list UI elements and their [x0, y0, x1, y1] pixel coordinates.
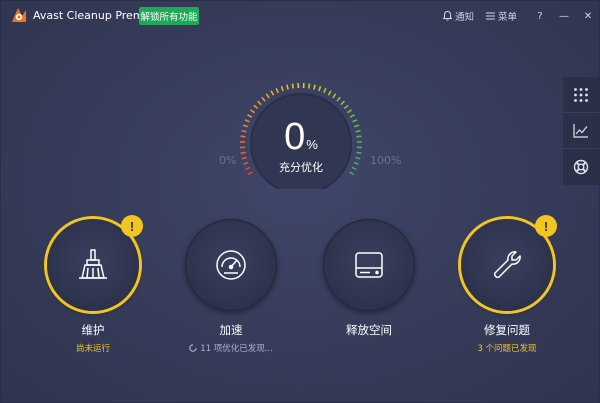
gauge-caption: 充分优化 — [279, 161, 323, 174]
spinner-icon — [189, 344, 197, 352]
tile-status-text: 11 项优化已发现... — [200, 344, 273, 354]
gauge-value-number: 0 — [284, 116, 306, 158]
gauge-tick — [313, 84, 316, 90]
menu-label: 菜单 — [497, 12, 517, 23]
gauge-tick — [332, 93, 337, 99]
wrench-icon — [493, 251, 521, 279]
gauge-min-label: 0% — [219, 154, 237, 167]
app-window: Avast Cleanup Premium 解锁所有功能 通知 菜单 ? — ✕… — [0, 0, 600, 403]
gauge-max-label: 100% — [370, 154, 402, 167]
gauge-tick — [343, 104, 349, 110]
bell-icon — [442, 11, 452, 21]
tile-title: 加速 — [219, 323, 243, 337]
tile-status: 3 个问题已发现 — [477, 344, 537, 354]
close-button[interactable]: ✕ — [583, 11, 593, 22]
unlock-all-features-button[interactable]: 解锁所有功能 — [139, 7, 199, 25]
hamburger-icon — [485, 12, 495, 20]
help-button[interactable]: ? — [535, 11, 545, 22]
menu-button[interactable]: 菜单 — [485, 9, 517, 23]
maintenance-button[interactable]: ! — [47, 215, 143, 311]
grid-icon — [574, 87, 588, 102]
title-bar[interactable]: Avast Cleanup Premium 解锁所有功能 通知 菜单 ? — ✕ — [1, 1, 600, 31]
gauge-tick — [323, 87, 327, 94]
gauge-tick — [286, 84, 289, 90]
gauge-tick — [280, 85, 284, 92]
notifications-label: 通知 — [454, 12, 474, 23]
gauge-tick — [265, 93, 270, 99]
gauge-tick — [249, 109, 256, 114]
rail-item-apps[interactable] — [563, 77, 599, 113]
gauge-tick — [261, 96, 266, 102]
tile-maintenance[interactable]: ! 维护 尚未运行 — [38, 215, 148, 354]
tile-free-space[interactable]: 释放空间 — [314, 219, 424, 342]
gauge-tick — [253, 104, 259, 110]
minimize-button[interactable]: — — [559, 11, 569, 22]
tile-status: 11 项优化已发现... — [176, 342, 286, 354]
titlebar-controls: 通知 菜单 ? — ✕ — [431, 7, 593, 25]
gauge-tick — [275, 87, 279, 94]
maintenance-warning-badge: ! — [121, 215, 143, 237]
gauge-tick — [336, 96, 341, 102]
gauge-tick — [291, 83, 294, 89]
notifications-button[interactable]: 通知 — [442, 9, 474, 23]
gauge-tick — [346, 109, 353, 114]
tile-fix-problems[interactable]: ! 修复问题 3 个问题已发现 — [452, 215, 562, 354]
gauge-value-unit: % — [306, 137, 318, 152]
gauge-value: 0% — [1, 116, 600, 159]
gauge-tick — [327, 90, 332, 96]
speedup-button[interactable] — [185, 219, 277, 311]
avast-logo-icon — [12, 8, 26, 22]
gauge-tick — [340, 100, 345, 106]
broom-icon — [79, 249, 107, 279]
gauge-tick — [318, 85, 322, 92]
fix-problems-button[interactable]: ! — [461, 215, 557, 311]
tile-status: 尚未运行 — [75, 344, 110, 354]
tile-title: 修复问题 — [484, 323, 530, 337]
fix-problems-warning-badge: ! — [535, 215, 557, 237]
gauge-tick — [257, 100, 262, 106]
tile-title: 维护 — [81, 323, 105, 337]
gauge-tick — [270, 90, 275, 96]
gauge-tick — [308, 83, 311, 89]
tile-title: 释放空间 — [346, 323, 392, 337]
tile-speedup[interactable]: 加速 11 项优化已发现... — [176, 219, 286, 354]
speedometer-icon — [216, 250, 246, 280]
free-space-button[interactable] — [323, 219, 415, 311]
hard-drive-icon — [355, 252, 383, 278]
